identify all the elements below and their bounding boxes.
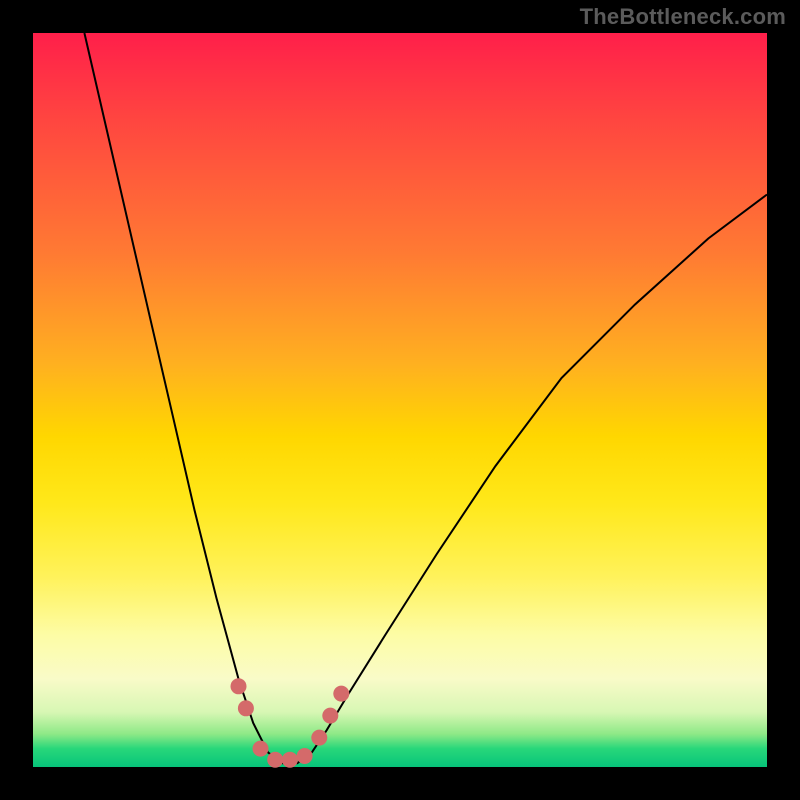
chart-frame: TheBottleneck.com (0, 0, 800, 800)
curve-marker (267, 752, 283, 768)
curve-svg (33, 33, 767, 767)
curve-marker (231, 678, 247, 694)
watermark-text: TheBottleneck.com (580, 4, 786, 30)
curve-marker (282, 752, 298, 768)
curve-marker (238, 700, 254, 716)
plot-area (33, 33, 767, 767)
curve-marker (311, 730, 327, 746)
curve-marker (322, 708, 338, 724)
curve-marker (297, 748, 313, 764)
curve-marker (333, 686, 349, 702)
curve-marker (253, 741, 269, 757)
bottleneck-curve (84, 33, 767, 763)
marker-group (231, 678, 350, 767)
